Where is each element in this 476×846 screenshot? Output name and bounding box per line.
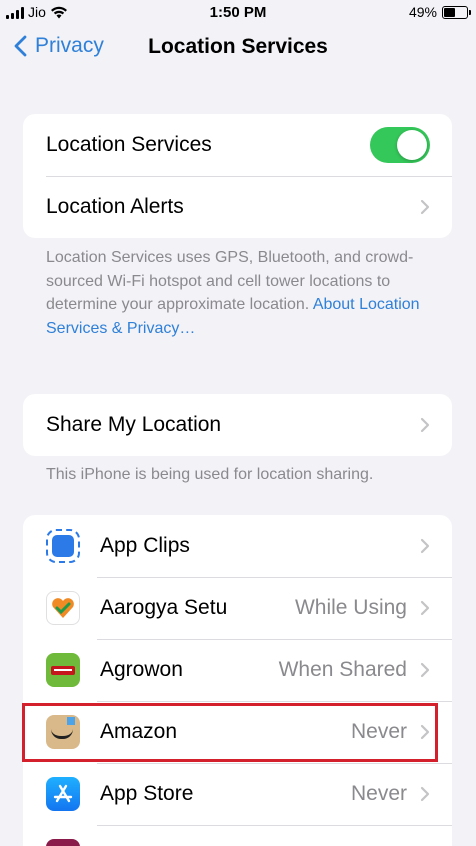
app-row-partial[interactable] <box>23 825 452 846</box>
chevron-right-icon <box>420 724 430 740</box>
app-clips-icon <box>46 529 80 563</box>
navigation-bar: Privacy Location Services <box>0 26 476 72</box>
app-row-app-store[interactable]: App Store Never <box>23 763 452 825</box>
app-name: Agrowon <box>100 658 183 681</box>
app-row-aarogya-setu[interactable]: Aarogya Setu While Using <box>23 577 452 639</box>
chevron-right-icon <box>420 417 430 433</box>
battery-percent: 49% <box>408 4 437 20</box>
app-name: Amazon <box>100 720 178 743</box>
app-name: App Clips <box>100 534 190 557</box>
app-name: App Store <box>100 782 194 805</box>
chevron-right-icon <box>420 199 430 215</box>
chevron-right-icon <box>420 786 430 802</box>
status-right: 49% <box>408 4 471 20</box>
chevron-right-icon <box>420 662 430 678</box>
location-services-row: Location Services <box>23 114 452 176</box>
location-services-group: Location Services Location Alerts <box>23 114 452 238</box>
share-my-location-label: Share My Location <box>46 413 222 436</box>
app-row-app-clips[interactable]: App Clips <box>23 515 452 577</box>
chevron-right-icon <box>420 538 430 554</box>
share-footnote: This iPhone is being used for location s… <box>46 466 374 483</box>
app-permission-value: Never <box>350 782 407 805</box>
battery-icon <box>442 5 471 19</box>
aarogya-setu-icon <box>46 591 80 625</box>
location-alerts-label: Location Alerts <box>46 195 184 218</box>
location-services-toggle[interactable] <box>370 127 430 163</box>
page-title-text: Location Services <box>148 35 328 58</box>
app-permission-value: When Shared <box>278 658 407 681</box>
amazon-icon <box>46 715 80 749</box>
share-location-group: Share My Location <box>23 394 452 456</box>
page-title: Location Services <box>0 35 476 59</box>
app-permission-value: Never <box>350 720 407 743</box>
apps-group: App Clips Aarogya Setu While Using Agrow… <box>23 515 452 846</box>
location-services-label: Location Services <box>46 133 212 156</box>
share-my-location-row[interactable]: Share My Location <box>23 394 452 456</box>
agrowon-icon <box>46 653 80 687</box>
toggle-knob <box>397 130 427 160</box>
location-services-footnote: Location Services uses GPS, Bluetooth, a… <box>46 246 426 340</box>
status-time: 1:50 PM <box>209 4 267 21</box>
app-row-amazon[interactable]: Amazon Never <box>23 701 452 763</box>
app-store-icon <box>46 777 80 811</box>
app-row-agrowon[interactable]: Agrowon When Shared <box>23 639 452 701</box>
chevron-right-icon <box>420 600 430 616</box>
app-permission-value: While Using <box>294 596 407 619</box>
app-name: Aarogya Setu <box>100 596 228 619</box>
location-alerts-row[interactable]: Location Alerts <box>23 176 452 238</box>
status-bar: Jio 1:50 PM 49% <box>0 0 476 26</box>
app-icon-partial <box>46 839 80 846</box>
